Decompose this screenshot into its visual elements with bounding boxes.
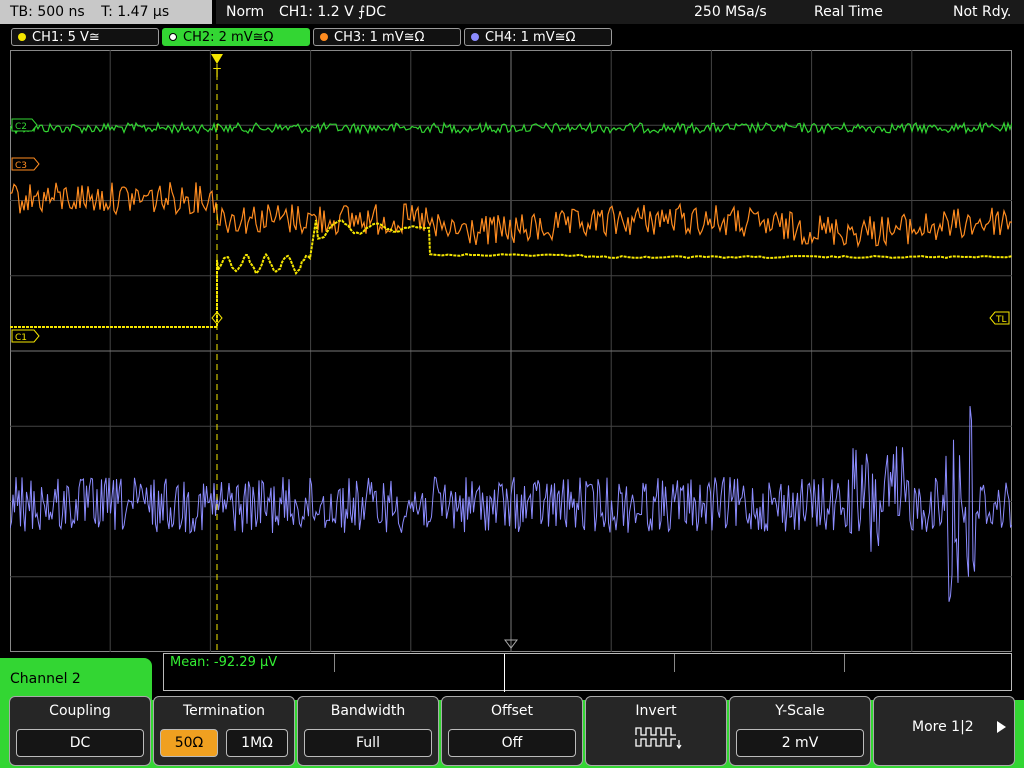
bandwidth-softkey[interactable]: Bandwidth Full (297, 696, 439, 766)
measurement-box: Mean: -92.29 µV (163, 653, 1012, 692)
sample-rate: 250 MSa/s (694, 4, 767, 20)
invert-label: Invert (635, 703, 677, 719)
status-bar: Norm CH1: 1.2 V ⨍DC 250 MSa/s Real Time … (216, 0, 1024, 24)
channel-tab-ch4[interactable]: CH4: 1 mV≅Ω (464, 28, 612, 46)
ch3-offset-marker[interactable]: C3 (11, 157, 40, 171)
channel-tab-ch3[interactable]: CH3: 1 mV≅Ω (313, 28, 461, 46)
ch2-tab-label: CH2: 2 mV≅Ω (183, 30, 274, 45)
coupling-label: Coupling (49, 703, 111, 719)
ch4-tab-label: CH4: 1 mV≅Ω (485, 30, 576, 45)
measurement-center-line (504, 654, 505, 692)
arrow-right-icon (997, 721, 1006, 733)
timebase-readout: TB: 500 ns (10, 4, 85, 20)
more-softkey[interactable]: More 1|2 (873, 696, 1015, 766)
timebase-box[interactable]: TB: 500 ns T: 1.47 µs (0, 0, 212, 24)
acquisition-mode[interactable]: Real Time (814, 0, 883, 24)
ch1-tab-label: CH1: 5 V≅ (32, 30, 100, 45)
ch2-offset-marker[interactable]: C2 (11, 118, 38, 132)
trigger-time-readout: T: 1.47 µs (101, 4, 170, 20)
offset-softkey[interactable]: Offset Off (441, 696, 583, 766)
trigger-status: Not Rdy. (953, 4, 1012, 20)
waveform-display[interactable]: T C2 C3 C1 TL (10, 50, 1012, 652)
channel-tab-ch1[interactable]: CH1: 5 V≅ (11, 28, 159, 46)
termination-50ohm-option[interactable]: 50Ω (160, 729, 218, 757)
trigger-level-label: TL (995, 315, 1007, 325)
ch3-marker-label: C3 (15, 161, 27, 171)
measurement-cell (334, 654, 505, 672)
channel-tab-ch2[interactable]: CH2: 2 mV≅Ω (162, 28, 310, 46)
active-channel-label: Channel 2 (0, 658, 152, 700)
bandwidth-value[interactable]: Full (304, 729, 432, 757)
invert-waveform-icon (635, 727, 682, 750)
ch1-marker-label: C1 (15, 333, 27, 343)
offset-label: Offset (490, 703, 534, 719)
measurement-cell (674, 654, 845, 672)
ch3-dot-icon (320, 33, 328, 41)
termination-1mohm-option[interactable]: 1MΩ (226, 729, 288, 757)
trigger-info[interactable]: CH1: 1.2 V ⨍DC (279, 0, 386, 24)
termination-label: Termination (182, 703, 266, 719)
ch4-dot-icon (471, 33, 479, 41)
ch2-marker-label: C2 (15, 122, 27, 132)
trigger-t-label: T (212, 66, 221, 80)
more-label: More 1|2 (912, 719, 974, 735)
coupling-softkey[interactable]: Coupling DC (9, 696, 151, 766)
y-scale-softkey[interactable]: Y-Scale 2 mV (729, 696, 871, 766)
ch2-dot-icon (169, 33, 177, 41)
termination-softkey[interactable]: Termination 50Ω 1MΩ (153, 696, 295, 766)
measurement-cell (164, 654, 335, 672)
ch1-dot-icon (18, 33, 26, 41)
y-scale-label: Y-Scale (775, 703, 825, 719)
ch1-offset-marker[interactable]: C1 (11, 329, 40, 343)
offset-value[interactable]: Off (448, 729, 576, 757)
coupling-value[interactable]: DC (16, 729, 144, 757)
y-scale-value[interactable]: 2 mV (736, 729, 864, 757)
ch3-tab-label: CH3: 1 mV≅Ω (334, 30, 425, 45)
bandwidth-label: Bandwidth (330, 703, 406, 719)
trigger-mode[interactable]: Norm (226, 0, 264, 24)
invert-softkey[interactable]: Invert (585, 696, 727, 766)
measurement-cell (504, 654, 675, 672)
